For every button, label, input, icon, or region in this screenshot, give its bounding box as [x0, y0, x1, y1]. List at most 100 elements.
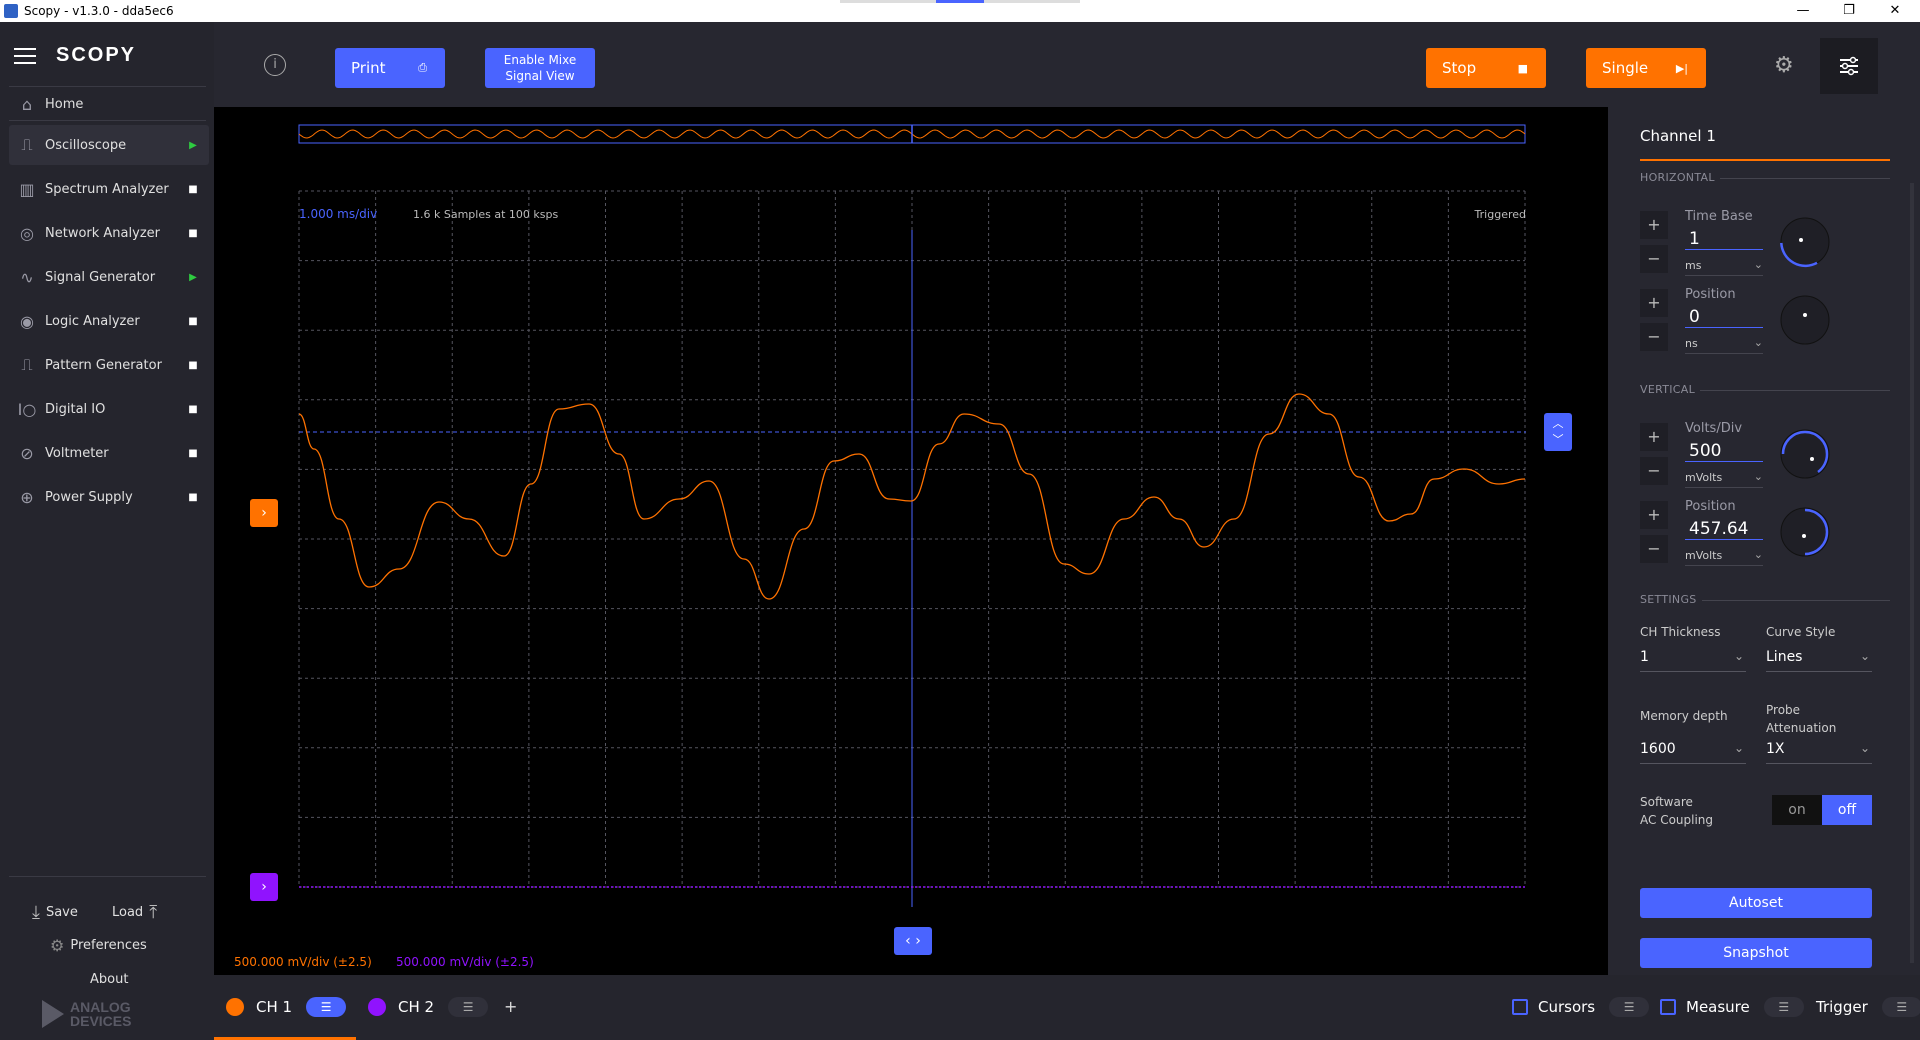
preferences-button[interactable]: ⚙ Preferences — [50, 936, 147, 955]
vpos-plus-button[interactable]: + — [1640, 501, 1668, 529]
sidebar-item-home[interactable]: ⌂ Home — [9, 84, 209, 124]
about-button[interactable]: About — [90, 972, 128, 987]
chevron-down-icon: ⌄ — [1859, 649, 1870, 663]
cursors-settings-button[interactable]: ☰ — [1609, 997, 1650, 1017]
stopped-status-icon[interactable]: ■ — [187, 492, 199, 503]
info-icon[interactable]: i — [264, 54, 286, 76]
measure-settings-button[interactable]: ☰ — [1763, 997, 1804, 1017]
enable-mixed-signal-view-button[interactable]: Enable Mixe Signal View — [485, 48, 595, 88]
sidebar-item-pattern-generator[interactable]: ⎍ Pattern Generator ■ — [9, 345, 209, 385]
chevron-down-icon: ⌄ — [1733, 649, 1744, 663]
ch2-settings-button[interactable]: ☰ — [448, 997, 489, 1017]
hpos-minus-button[interactable]: − — [1640, 323, 1668, 351]
timebase-minus-button[interactable]: − — [1640, 245, 1668, 273]
memory-depth-label: Memory depth — [1640, 709, 1728, 723]
memory-depth-value: 1600 — [1640, 741, 1676, 757]
load-button[interactable]: Load ⤒ — [112, 902, 157, 923]
running-status-icon[interactable]: ▶ — [187, 272, 199, 283]
timebase-knob[interactable] — [1778, 215, 1832, 269]
sidebar-item-signal-generator[interactable]: ∿ Signal Generator ▶ — [9, 257, 209, 297]
load-label: Load — [112, 905, 144, 920]
cursors-checkbox[interactable] — [1512, 999, 1528, 1015]
voltsdiv-input[interactable]: 500 — [1685, 441, 1763, 462]
vpos-unit-select[interactable]: mVolts ⌄ — [1685, 548, 1763, 566]
running-status-icon[interactable]: ▶ — [187, 140, 199, 151]
panel-title: Channel 1 — [1640, 127, 1716, 145]
ch1-settings-button[interactable]: ☰ — [306, 997, 347, 1017]
section-divider — [1720, 178, 1890, 179]
voltsdiv-knob[interactable] — [1778, 427, 1832, 481]
sidebar-item-logic-analyzer[interactable]: ◉ Logic Analyzer ■ — [9, 301, 209, 341]
ch1-offset-handle[interactable]: › — [250, 499, 278, 527]
oscilloscope-plot[interactable] — [214, 107, 1608, 975]
probe-attenuation-select[interactable]: 1X ⌄ — [1766, 741, 1872, 764]
sidebar-item-label: Network Analyzer — [45, 225, 160, 241]
trigger-toggle[interactable]: Trigger ☰ — [1816, 997, 1920, 1017]
timebase-unit-select[interactable]: ms ⌄ — [1685, 258, 1763, 276]
sidebar-item-oscilloscope[interactable]: ⎍ Oscilloscope ▶ — [9, 125, 209, 165]
hpos-input[interactable]: 0 — [1685, 307, 1763, 328]
sidebar-item-spectrum-analyzer[interactable]: ▥ Spectrum Analyzer ■ — [9, 169, 209, 209]
stopped-status-icon[interactable]: ■ — [187, 404, 199, 415]
single-run-icon: ▶| — [1675, 61, 1688, 75]
trigger-settings-button[interactable]: ☰ — [1881, 997, 1920, 1017]
measure-checkbox[interactable] — [1660, 999, 1676, 1015]
stopped-status-icon[interactable]: ■ — [187, 360, 199, 371]
stopped-status-icon[interactable]: ■ — [187, 316, 199, 327]
panel-title-underline — [1640, 159, 1890, 161]
hpos-knob[interactable] — [1778, 293, 1832, 347]
autoset-button[interactable]: Autoset — [1640, 888, 1872, 918]
sidebar-item-power-supply[interactable]: ⊕ Power Supply ■ — [9, 477, 209, 517]
ac-coupling-toggle[interactable]: on off — [1772, 795, 1872, 825]
toggle-off[interactable]: off — [1822, 795, 1872, 825]
ch2-tab[interactable]: CH 2 ☰ — [368, 997, 489, 1017]
maximize-button[interactable]: ❐ — [1826, 0, 1872, 22]
voltsdiv-minus-button[interactable]: − — [1640, 457, 1668, 485]
chevron-left-right-icon: ‹ › — [905, 933, 921, 949]
sidebar-item-network-analyzer[interactable]: ◎ Network Analyzer ■ — [9, 213, 209, 253]
add-channel-button[interactable]: + — [504, 997, 517, 1016]
thickness-select[interactable]: 1 ⌄ — [1640, 649, 1746, 672]
sliders-icon: ☰ — [1778, 1000, 1790, 1014]
hpos-unit-select[interactable]: ns ⌄ — [1685, 336, 1763, 354]
sidebar-item-digital-io[interactable]: Ⅰ○ Digital IO ■ — [9, 389, 209, 429]
stop-button[interactable]: Stop ■ — [1426, 48, 1546, 88]
memory-depth-select[interactable]: 1600 ⌄ — [1640, 741, 1746, 764]
snapshot-button[interactable]: Snapshot — [1640, 938, 1872, 968]
settings-gear-icon[interactable]: ⚙ — [1774, 53, 1794, 78]
stopped-status-icon[interactable]: ■ — [187, 184, 199, 195]
single-button[interactable]: Single ▶| — [1586, 48, 1706, 88]
vpos-minus-button[interactable]: − — [1640, 535, 1668, 563]
chevron-right-icon: › — [261, 505, 267, 521]
panel-scrollbar[interactable] — [1910, 183, 1914, 963]
channel-settings-toggle[interactable] — [1820, 38, 1878, 94]
close-button[interactable]: ✕ — [1872, 0, 1918, 22]
ch2-offset-handle[interactable]: › — [250, 873, 278, 901]
plot-area: 1.000 ms/div 1.6 k Samples at 100 ksps T… — [214, 107, 1608, 975]
trigger-level-handle[interactable]: ︿ ﹀ — [1544, 413, 1572, 451]
voltsdiv-unit-select[interactable]: mVolts ⌄ — [1685, 470, 1763, 488]
print-button[interactable]: Print ⎙ — [335, 48, 445, 88]
sidebar-item-voltmeter[interactable]: ⊘ Voltmeter ■ — [9, 433, 209, 473]
thickness-value: 1 — [1640, 649, 1649, 665]
hpos-plus-button[interactable]: + — [1640, 289, 1668, 317]
measure-toggle[interactable]: Measure ☰ — [1660, 997, 1804, 1017]
vpos-knob[interactable] — [1778, 505, 1832, 559]
stopped-status-icon[interactable]: ■ — [187, 228, 199, 239]
minimize-button[interactable]: — — [1780, 0, 1826, 22]
stopped-status-icon[interactable]: ■ — [187, 448, 199, 459]
save-button[interactable]: ⤓ Save — [32, 902, 78, 923]
timebase-plus-button[interactable]: + — [1640, 211, 1668, 239]
trigger-position-handle[interactable]: ‹ › — [894, 927, 932, 955]
vpos-input[interactable]: 457.64 — [1685, 519, 1763, 540]
hamburger-menu-icon[interactable] — [14, 48, 36, 64]
sidebar-item-label: Pattern Generator — [45, 357, 162, 373]
power-icon: ⊕ — [20, 487, 34, 507]
ch1-tab[interactable]: CH 1 ☰ — [226, 997, 347, 1017]
voltsdiv-plus-button[interactable]: + — [1640, 423, 1668, 451]
timebase-input[interactable]: 1 — [1685, 229, 1763, 250]
toggle-on[interactable]: on — [1772, 795, 1822, 825]
cursors-toggle[interactable]: Cursors ☰ — [1512, 997, 1650, 1017]
sidebar: SCOPY ⌂ Home ⎍ Oscilloscope ▶ ▥ Spectrum Ana… — [0, 22, 214, 1040]
curve-style-select[interactable]: Lines ⌄ — [1766, 649, 1872, 672]
